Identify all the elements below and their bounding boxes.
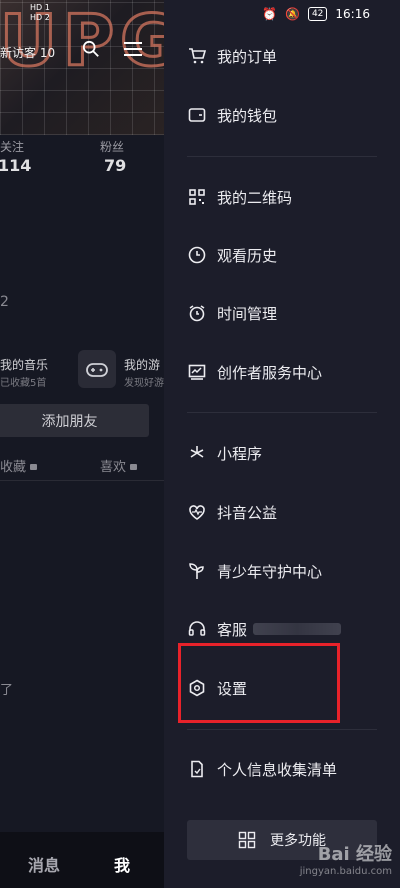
nav-messages[interactable]: 消息: [28, 852, 60, 876]
menu-label: 时间管理: [217, 304, 278, 323]
menu-watch-history[interactable]: 观看历史: [187, 243, 277, 267]
clock-time: 16:16: [335, 7, 370, 21]
menu-douyin-charity[interactable]: 抖音公益: [187, 500, 277, 524]
menu-time-management[interactable]: 时间管理: [187, 301, 277, 325]
menu-creator-center[interactable]: 创作者服务中心: [187, 360, 322, 384]
menu-label: 青少年守护中心: [217, 562, 323, 581]
status-bar-right: ⏰ 🔕 42 16:16: [262, 6, 370, 22]
nav-me[interactable]: 我: [114, 852, 130, 876]
sim2-badge: HD 2: [30, 13, 50, 22]
menu-label: 小程序: [217, 444, 263, 463]
profile-panel: UPGN 新访客 10 关注 114 粉丝 79 2 我的音乐 已收藏5首 我的…: [0, 0, 164, 888]
mute-status-icon: 🔕: [285, 7, 300, 21]
chart-icon: [188, 364, 206, 380]
divider: [187, 156, 377, 157]
menu-my-orders[interactable]: 我的订单: [187, 44, 277, 68]
my-music-subtitle: 已收藏5首: [0, 378, 47, 389]
menu-label: 创作者服务中心: [217, 363, 323, 382]
lock-icon: [130, 464, 138, 470]
settings-highlight-box: [178, 643, 340, 723]
menu-youth-protection[interactable]: 青少年守护中心: [187, 559, 322, 583]
divider: [0, 480, 164, 481]
asterisk-icon: [190, 446, 204, 458]
empty-state-text: 了: [0, 683, 14, 698]
wallet-icon: [188, 108, 206, 122]
watermark-logo: Bai 经验: [317, 844, 392, 865]
divider: [187, 412, 377, 413]
watermark-url: jingyan.baidu.com: [299, 866, 392, 877]
sim1-badge: HD 1: [30, 3, 50, 12]
partial-heading: 2: [0, 294, 9, 310]
qrcode-icon: [189, 189, 205, 205]
search-icon[interactable]: [82, 40, 100, 58]
menu-label: 客服: [217, 620, 248, 639]
tab-likes[interactable]: 喜欢: [100, 456, 138, 475]
menu-mini-programs[interactable]: 小程序: [187, 441, 262, 465]
menu-label: 观看历史: [217, 246, 278, 265]
tab-favorites-label: 收藏: [0, 460, 27, 475]
status-bar-left: HD 1 HD 2: [30, 3, 115, 25]
bottom-nav: [0, 832, 164, 888]
followers-count[interactable]: 79: [104, 156, 126, 175]
tab-favorites[interactable]: 收藏: [0, 456, 38, 475]
menu-icon[interactable]: [124, 42, 142, 56]
document-icon: [191, 760, 203, 778]
clock-icon: [188, 246, 206, 264]
cart-icon: [189, 48, 207, 64]
alarm-status-icon: ⏰: [262, 7, 277, 21]
sprout-icon: [189, 563, 204, 579]
menu-my-wallet[interactable]: 我的钱包: [187, 103, 277, 127]
game-controller-icon[interactable]: [78, 350, 116, 388]
followers-label: 粉丝: [100, 140, 125, 154]
tab-likes-label: 喜欢: [100, 460, 127, 475]
redacted-text: [253, 623, 342, 635]
divider: [187, 729, 377, 730]
alarm-icon: [189, 305, 205, 322]
menu-customer-service[interactable]: 客服: [187, 617, 342, 641]
lock-icon: [30, 464, 38, 470]
battery-indicator: 42: [307, 7, 328, 21]
grid-icon: [238, 831, 256, 849]
menu-my-qrcode[interactable]: 我的二维码: [187, 185, 292, 209]
menu-label: 我的二维码: [217, 188, 293, 207]
menu-label: 我的订单: [217, 47, 278, 66]
following-count[interactable]: 114: [0, 156, 31, 175]
following-label: 关注: [0, 140, 25, 154]
headset-icon: [188, 621, 206, 636]
menu-label: 我的钱包: [217, 106, 278, 125]
add-friend-button[interactable]: 添加朋友: [0, 404, 149, 437]
menu-personal-info-list[interactable]: 个人信息收集清单: [187, 757, 337, 781]
menu-label: 抖音公益: [217, 503, 278, 522]
new-visitors-label[interactable]: 新访客 10: [0, 44, 55, 61]
my-games-subtitle: 发现好游: [124, 378, 164, 389]
menu-label: 个人信息收集清单: [217, 760, 338, 779]
my-games-title[interactable]: 我的游: [124, 356, 160, 373]
heart-pulse-icon: [189, 505, 205, 520]
my-music-title[interactable]: 我的音乐: [0, 356, 48, 373]
